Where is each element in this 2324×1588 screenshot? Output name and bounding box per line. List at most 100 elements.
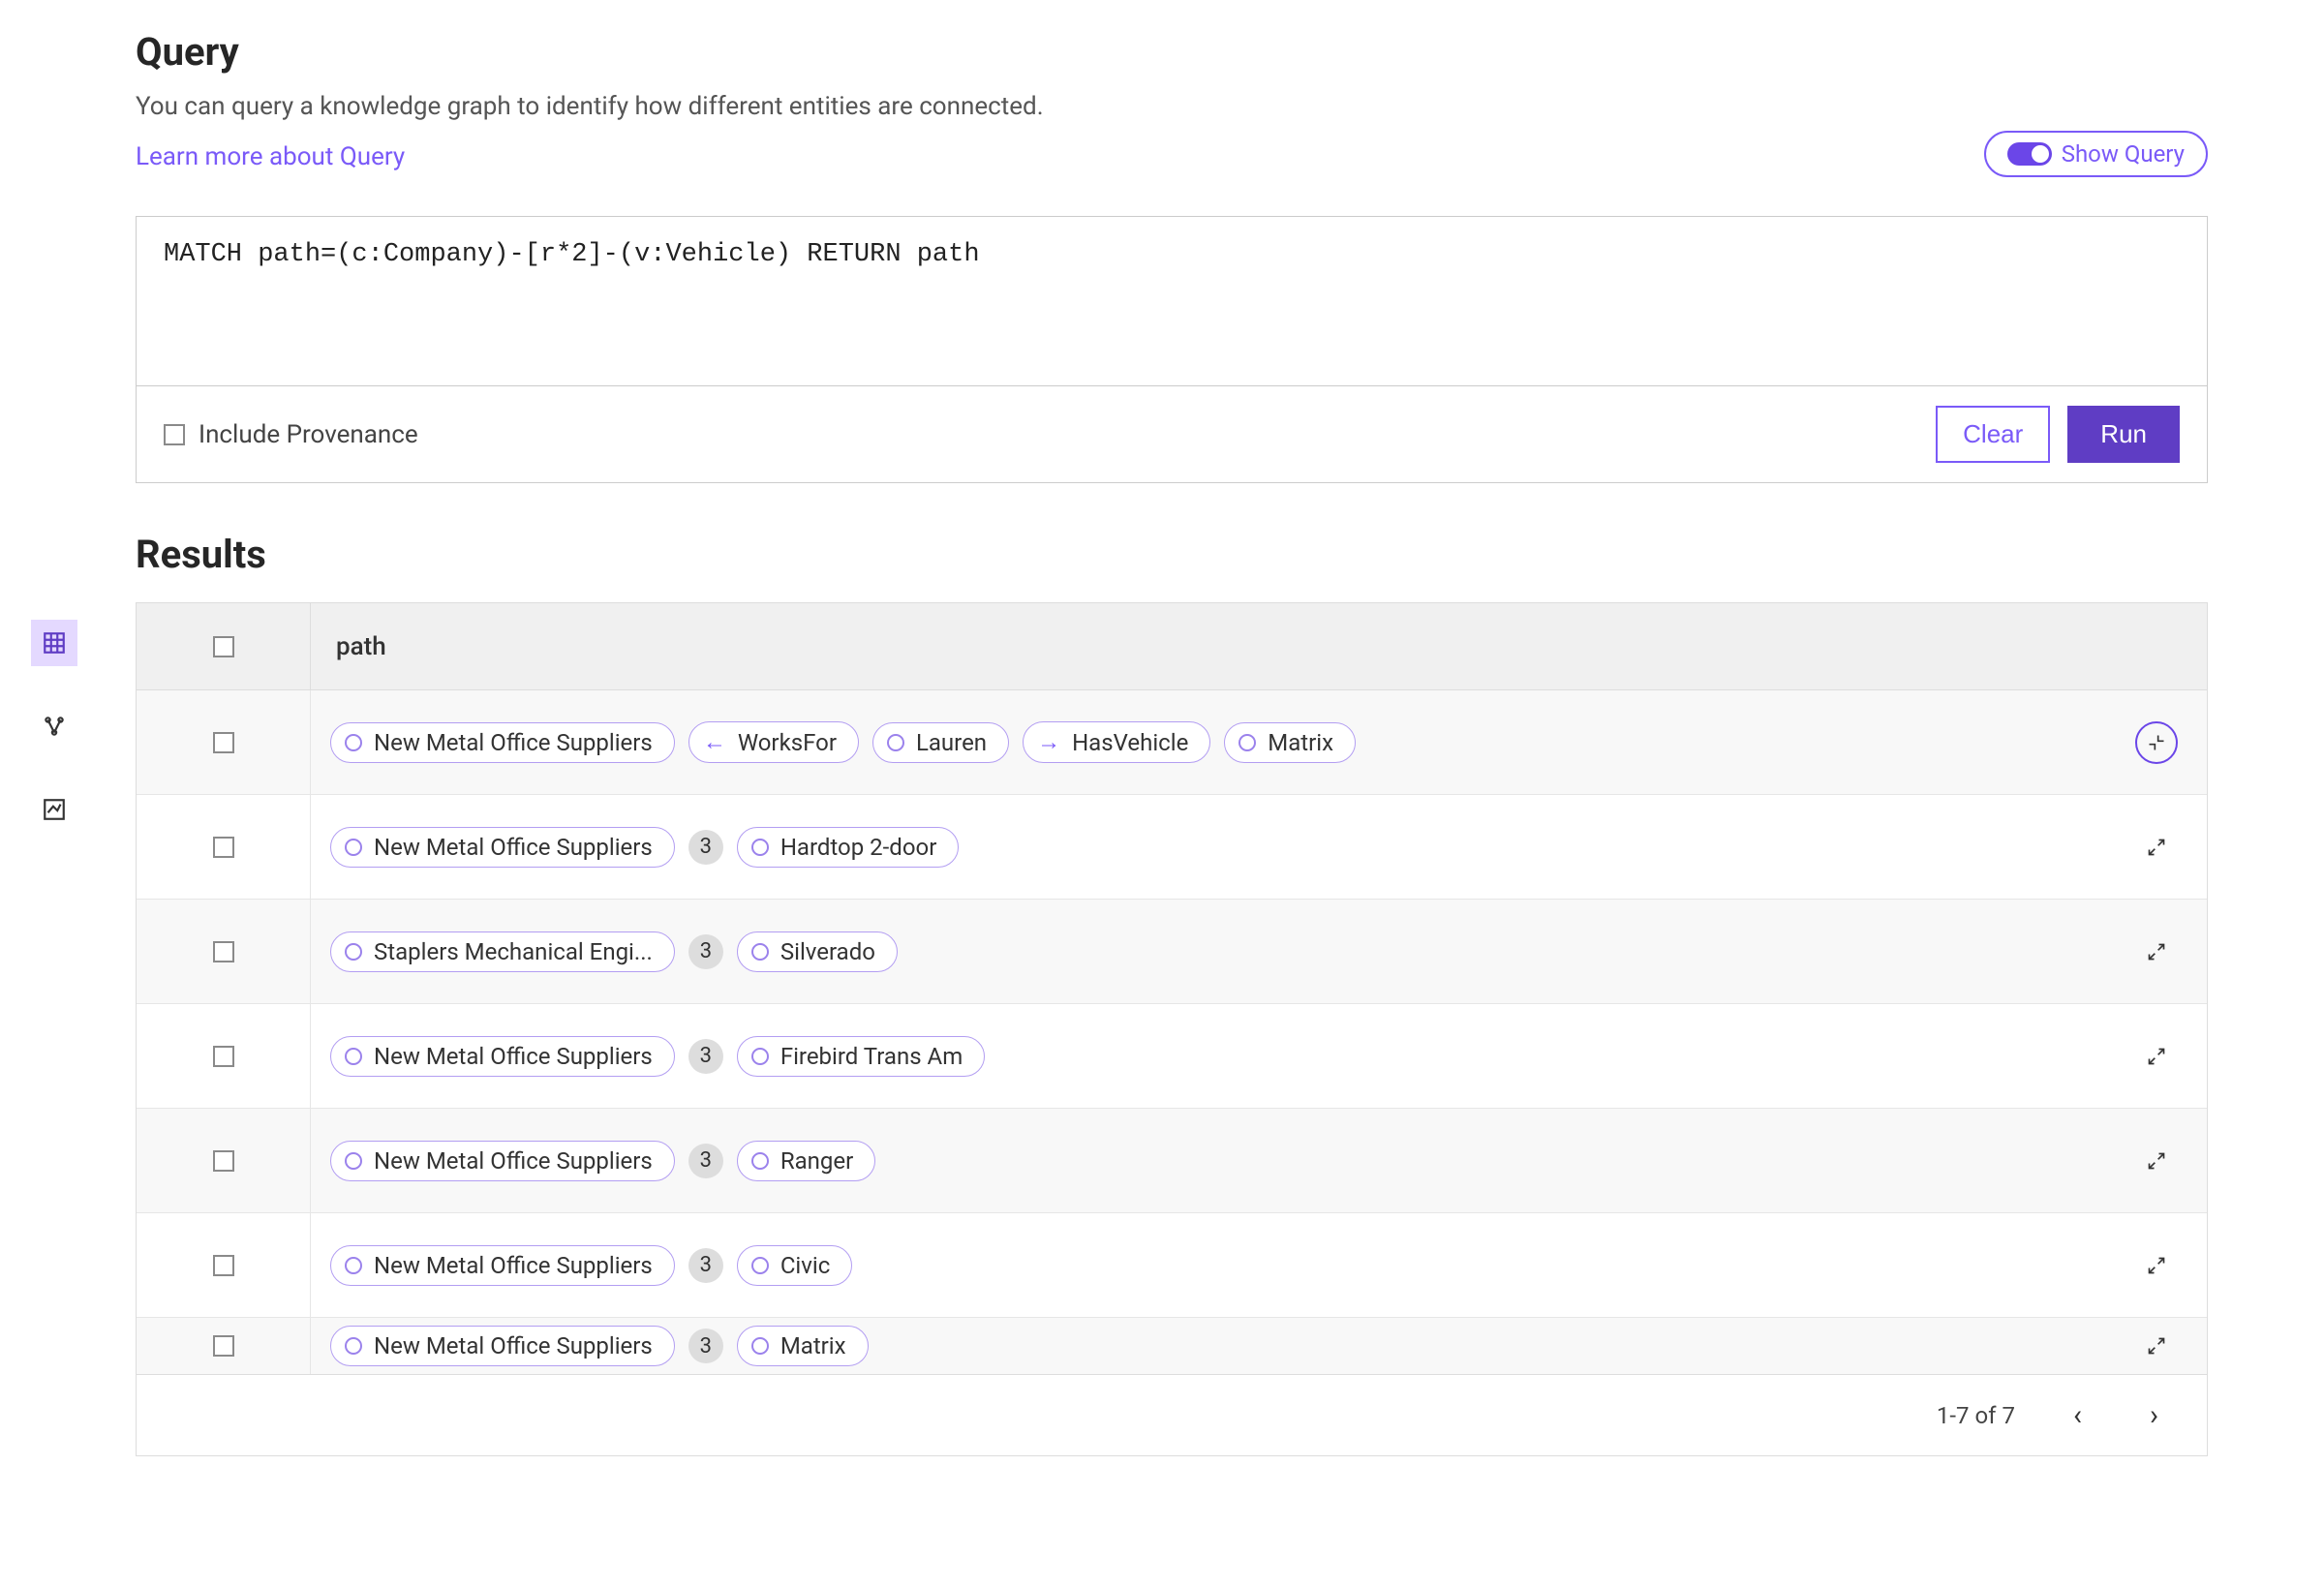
hop-count-badge: 3 xyxy=(688,1328,723,1363)
entity-dot-icon xyxy=(751,1048,769,1065)
page-subtitle: You can query a knowledge graph to ident… xyxy=(136,92,1044,121)
collapse-row-button[interactable] xyxy=(2135,721,2178,764)
results-table: path New Metal Office Suppliers ← WorksFor… xyxy=(136,602,2208,1456)
entity-pill[interactable]: Hardtop 2-door xyxy=(737,827,960,868)
entity-pill[interactable]: Firebird Trans Am xyxy=(737,1036,985,1077)
column-header-path[interactable]: path xyxy=(311,632,386,661)
select-all-checkbox[interactable] xyxy=(213,636,234,657)
entity-dot-icon xyxy=(345,1152,362,1170)
arrow-right-icon: → xyxy=(1037,728,1060,756)
pill-label: Matrix xyxy=(780,1332,846,1359)
entity-pill[interactable]: New Metal Office Suppliers xyxy=(330,1326,675,1366)
expand-row-button[interactable] xyxy=(2135,1035,2178,1078)
entity-pill[interactable]: Silverado xyxy=(737,931,898,972)
entity-dot-icon xyxy=(345,943,362,961)
entity-pill[interactable]: New Metal Office Suppliers xyxy=(330,1245,675,1286)
entity-pill[interactable]: Lauren xyxy=(872,722,1009,763)
entity-pill[interactable]: Matrix xyxy=(1224,722,1356,763)
pill-label: Hardtop 2-door xyxy=(780,834,937,861)
entity-dot-icon xyxy=(345,734,362,751)
entity-dot-icon xyxy=(751,1337,769,1355)
row-checkbox[interactable] xyxy=(213,1255,234,1276)
table-row: New Metal Office Suppliers 3 Ranger xyxy=(137,1109,2207,1213)
include-provenance-checkbox[interactable]: Include Provenance xyxy=(164,420,418,449)
expand-row-button[interactable] xyxy=(2135,931,2178,973)
pill-label: New Metal Office Suppliers xyxy=(374,834,653,861)
entity-dot-icon xyxy=(1238,734,1256,751)
entity-dot-icon xyxy=(345,839,362,856)
checkbox-icon[interactable] xyxy=(164,424,185,445)
entity-dot-icon xyxy=(751,943,769,961)
pill-label: New Metal Office Suppliers xyxy=(374,1043,653,1070)
pill-label: New Metal Office Suppliers xyxy=(374,1332,653,1359)
row-checkbox[interactable] xyxy=(213,1150,234,1172)
page-title: Query xyxy=(136,29,2208,75)
row-checkbox[interactable] xyxy=(213,732,234,753)
row-checkbox[interactable] xyxy=(213,1335,234,1357)
relationship-pill[interactable]: ← WorksFor xyxy=(688,721,859,763)
expand-row-button[interactable] xyxy=(2135,1244,2178,1287)
chart-view-icon[interactable] xyxy=(31,786,77,833)
row-checkbox[interactable] xyxy=(213,941,234,962)
entity-dot-icon xyxy=(887,734,904,751)
toggle-on-icon xyxy=(2007,142,2052,166)
include-provenance-label: Include Provenance xyxy=(199,420,418,449)
entity-dot-icon xyxy=(345,1257,362,1274)
hop-count-badge: 3 xyxy=(688,1248,723,1283)
pager-next-button[interactable]: › xyxy=(2140,1398,2168,1432)
pager-prev-button[interactable]: ‹ xyxy=(2064,1398,2092,1432)
pill-label: Ranger xyxy=(780,1147,853,1175)
pill-label: WorksFor xyxy=(738,729,837,756)
entity-dot-icon xyxy=(345,1337,362,1355)
entity-pill[interactable]: New Metal Office Suppliers xyxy=(330,827,675,868)
learn-more-link[interactable]: Learn more about Query xyxy=(136,142,405,171)
pill-label: Firebird Trans Am xyxy=(780,1043,963,1070)
pill-label: Matrix xyxy=(1268,729,1333,756)
graph-view-icon[interactable] xyxy=(31,703,77,749)
expand-row-button[interactable] xyxy=(2135,1140,2178,1182)
pill-label: HasVehicle xyxy=(1072,729,1188,756)
table-row: New Metal Office Suppliers 3 Civic xyxy=(137,1213,2207,1318)
entity-dot-icon xyxy=(751,1257,769,1274)
pill-label: New Metal Office Suppliers xyxy=(374,729,653,756)
hop-count-badge: 3 xyxy=(688,1039,723,1074)
pill-label: New Metal Office Suppliers xyxy=(374,1147,653,1175)
pill-label: Civic xyxy=(780,1252,830,1279)
results-title: Results xyxy=(136,532,2208,577)
row-checkbox[interactable] xyxy=(213,1046,234,1067)
pill-label: Silverado xyxy=(780,938,875,965)
query-input[interactable] xyxy=(137,217,2207,382)
entity-dot-icon xyxy=(751,1152,769,1170)
clear-button[interactable]: Clear xyxy=(1936,406,2050,463)
expand-row-button[interactable] xyxy=(2135,1325,2178,1367)
entity-pill[interactable]: Civic xyxy=(737,1245,852,1286)
entity-pill[interactable]: Ranger xyxy=(737,1141,875,1181)
table-view-icon[interactable] xyxy=(31,620,77,666)
entity-pill[interactable]: New Metal Office Suppliers xyxy=(330,722,675,763)
table-row: New Metal Office Suppliers ← WorksFor Laure… xyxy=(137,690,2207,795)
table-row: New Metal Office Suppliers 3 Hardtop 2-doo… xyxy=(137,795,2207,900)
entity-dot-icon xyxy=(751,839,769,856)
arrow-left-icon: ← xyxy=(703,728,726,756)
table-row: New Metal Office Suppliers 3 Matrix xyxy=(137,1318,2207,1374)
relationship-pill[interactable]: → HasVehicle xyxy=(1023,721,1210,763)
entity-pill[interactable]: New Metal Office Suppliers xyxy=(330,1141,675,1181)
pill-label: New Metal Office Suppliers xyxy=(374,1252,653,1279)
hop-count-badge: 3 xyxy=(688,1144,723,1178)
entity-pill[interactable]: Matrix xyxy=(737,1326,869,1366)
pager-range: 1-7 of 7 xyxy=(1937,1402,2015,1429)
entity-pill[interactable]: New Metal Office Suppliers xyxy=(330,1036,675,1077)
run-button[interactable]: Run xyxy=(2067,406,2180,463)
table-row: New Metal Office Suppliers 3 Firebird Tran… xyxy=(137,1004,2207,1109)
table-row: Staplers Mechanical Engi... 3 Silverado xyxy=(137,900,2207,1004)
pill-label: Lauren xyxy=(916,729,987,756)
pill-label: Staplers Mechanical Engi... xyxy=(374,938,653,965)
expand-row-button[interactable] xyxy=(2135,826,2178,869)
pager: 1-7 of 7 ‹ › xyxy=(137,1374,2207,1455)
show-query-toggle[interactable]: Show Query xyxy=(1984,131,2208,177)
hop-count-badge: 3 xyxy=(688,934,723,969)
row-checkbox[interactable] xyxy=(213,837,234,858)
query-box: Include Provenance Clear Run xyxy=(136,216,2208,483)
entity-pill[interactable]: Staplers Mechanical Engi... xyxy=(330,931,675,972)
hop-count-badge: 3 xyxy=(688,830,723,865)
